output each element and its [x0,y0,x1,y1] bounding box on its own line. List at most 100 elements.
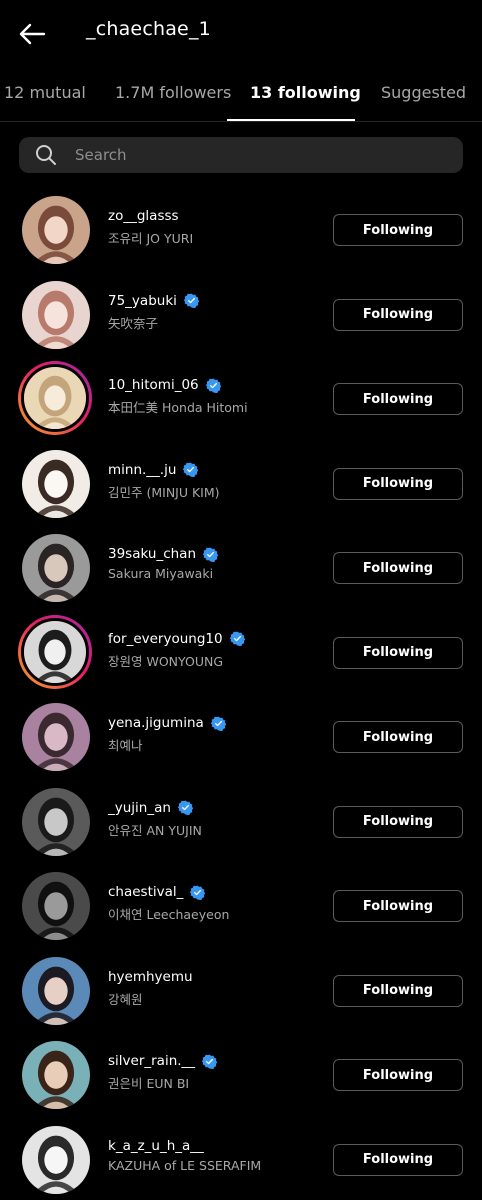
search-input[interactable] [75,146,435,164]
verified-badge-icon [190,885,206,900]
list-item[interactable]: 75_yabuki 矢吹奈子 Following [0,273,482,357]
profile-photo-icon [24,367,86,429]
username[interactable]: hyemhyemu [108,969,193,985]
following-button[interactable]: Following [333,467,463,500]
profile-photo-icon [22,1041,90,1109]
tab-suggested[interactable]: Suggested [381,83,466,102]
username[interactable]: minn.__.ju [108,462,176,478]
back-button[interactable] [14,16,50,52]
full-name: 本田仁美 Honda Hitomi [108,400,248,415]
username[interactable]: silver_rain.__ [108,1053,195,1069]
username[interactable]: chaestival_ [108,884,183,900]
following-button[interactable]: Following [333,805,463,838]
user-names: 75_yabuki 矢吹奈子 [108,291,200,332]
full-name: 안유진 AN YUJIN [108,822,202,838]
username-line: yena.jigumina [108,713,227,733]
tab-mutual[interactable]: 12 mutual [4,83,86,102]
username-line: 75_yabuki [108,291,200,311]
full-name: 권은비 EUN BI [108,1076,190,1091]
list-item[interactable]: silver_rain.__ 권은비 EUN BI Following [0,1033,482,1117]
user-names: chaestival_ 이채연 Leechaeyeon [108,882,229,923]
avatar-story-ring[interactable] [18,614,92,689]
profile-picture [22,534,90,602]
list-item[interactable]: for_everyoung10 장원영 WONYOUNG Following [0,611,482,695]
avatar[interactable] [22,787,90,856]
avatar[interactable] [22,872,90,940]
username[interactable]: zo__glasss [108,208,179,224]
full-name: 강혜원 [108,991,143,1007]
profile-picture [22,787,90,856]
verified-badge-icon [229,631,245,647]
username-line: silver_rain.__ [108,1051,218,1071]
list-item[interactable]: 39saku_chan Sakura Miyawaki Following [0,526,482,610]
username[interactable]: yena.jigumina [108,715,204,731]
profile-photo-icon [22,1125,90,1194]
profile-photo-icon [22,280,90,349]
full-name: KAZUHA of LE SSERAFIM [108,1157,262,1173]
username-line: chaestival_ [108,882,229,902]
list-item[interactable]: _yujin_an 안유진 AN YUJIN Following [0,780,482,864]
back-arrow-icon [19,23,46,45]
user-names: silver_rain.__ 권은비 EUN BI [108,1051,218,1092]
following-button[interactable]: Following [333,721,463,753]
list-item[interactable]: zo__glasss 조유리 JO YURI Following [0,188,482,272]
avatar[interactable] [22,449,90,518]
username[interactable]: k_a_z_u_h_a__ [108,1138,204,1154]
profile-picture [22,280,90,349]
user-names: zo__glasss 조유리 JO YURI [108,206,193,247]
search-icon [36,145,56,165]
following-button[interactable]: Following [333,552,463,584]
full-name: 최예나 [108,738,143,753]
tab-followers[interactable]: 1.7M followers [115,83,231,102]
list-item[interactable]: k_a_z_u_h_a__ KAZUHA of LE SSERAFIM Follow… [0,1118,482,1200]
profile-picture [21,617,89,686]
username-line: 10_hitomi_06 [108,375,248,395]
avatar[interactable] [22,1041,90,1109]
following-button[interactable]: Following [333,890,463,922]
user-names: hyemhyemu 강혜원 [108,967,193,1008]
username[interactable]: 75_yabuki [108,293,177,309]
username[interactable]: _yujin_an [108,800,171,816]
list-item[interactable]: chaestival_ 이채연 Leechaeyeon Following [0,864,482,948]
profile-photo-icon [22,872,90,940]
profile-picture [21,364,89,432]
full-name: 김민주 (MINJU KIM) [108,484,220,500]
following-button[interactable]: Following [333,383,463,415]
verified-badge-icon [183,293,200,309]
list-item[interactable]: yena.jigumina 최예나 Following [0,695,482,779]
user-names: k_a_z_u_h_a__ KAZUHA of LE SSERAFIM [108,1136,261,1173]
page-title: _chaechae_1 [86,18,211,40]
username[interactable]: 39saku_chan [108,546,196,562]
tab-following[interactable]: 13 following [250,83,361,102]
following-button[interactable]: Following [333,298,463,331]
list-item[interactable]: minn.__.ju 김민주 (MINJU KIM) Following [0,442,482,526]
search-bar[interactable] [19,137,463,173]
following-button[interactable]: Following [333,1059,463,1091]
user-names: 10_hitomi_06 本田仁美 Honda Hitomi [108,375,248,416]
following-button[interactable]: Following [333,636,463,669]
avatar[interactable] [22,1125,90,1194]
profile-photo-icon [24,620,86,683]
verified-badge-icon [177,800,194,816]
avatar-story-ring[interactable] [18,361,92,435]
avatar[interactable] [22,703,90,771]
list-item[interactable]: hyemhyemu 강혜원 Following [0,949,482,1033]
profile-photo-icon [22,449,90,518]
list-item[interactable]: 10_hitomi_06 本田仁美 Honda Hitomi Following [0,357,482,441]
following-button[interactable]: Following [333,1143,463,1176]
full-name: Sakura Miyawaki [108,566,214,581]
following-button[interactable]: Following [333,974,463,1007]
avatar[interactable] [22,280,90,349]
user-names: _yujin_an 안유진 AN YUJIN [108,798,202,839]
username-line: minn.__.ju [108,460,220,480]
profile-photo-icon [22,956,90,1025]
username[interactable]: for_everyoung10 [108,631,223,647]
avatar[interactable] [22,956,90,1025]
username-line: zo__glasss [108,206,193,226]
profile-picture [22,872,90,940]
following-button[interactable]: Following [333,214,463,246]
avatar[interactable] [22,534,90,602]
user-names: minn.__.ju 김민주 (MINJU KIM) [108,460,220,501]
username[interactable]: 10_hitomi_06 [108,377,199,393]
avatar[interactable] [22,196,90,264]
